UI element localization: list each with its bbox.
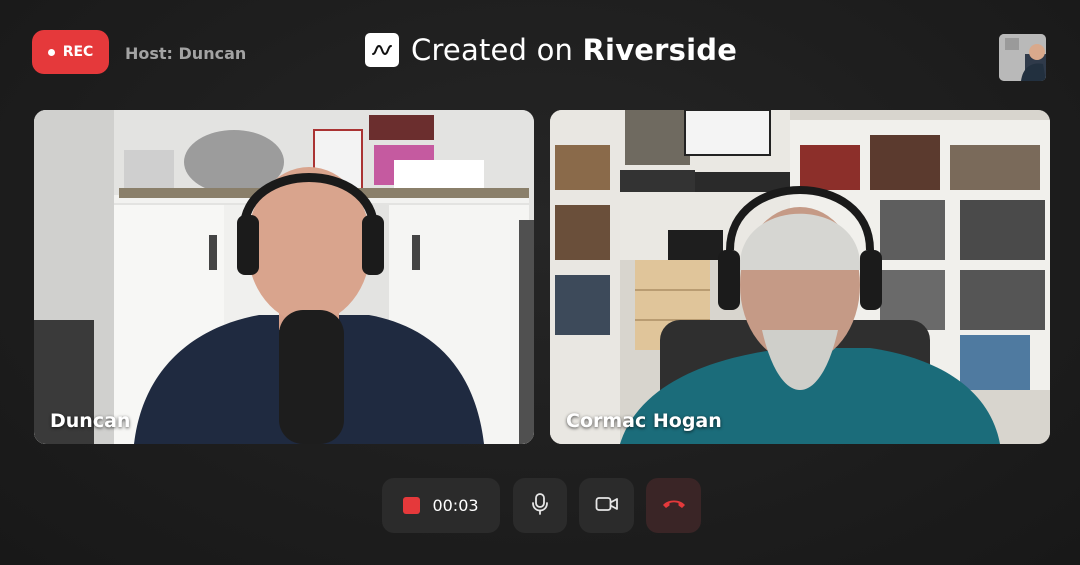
- camera-icon: [595, 495, 619, 517]
- duncan-video-frame: [34, 110, 534, 444]
- brand-name: Riverside: [582, 33, 738, 67]
- recording-dot-icon: [47, 48, 55, 56]
- participant-name: Duncan: [50, 410, 131, 432]
- microphone-icon: [530, 492, 550, 519]
- participant-name: Cormac Hogan: [566, 410, 722, 432]
- call-screen: REC Host: Duncan Created on Riverside Du…: [0, 0, 1080, 565]
- microphone-button[interactable]: [513, 478, 567, 533]
- cormac-video-frame: [550, 110, 1050, 444]
- brand-prefix: Created on: [411, 33, 583, 67]
- riverside-logo-icon: [365, 33, 399, 67]
- end-call-icon: [661, 496, 687, 515]
- end-call-button[interactable]: [646, 478, 701, 533]
- stop-recording-button[interactable]: 00:03: [382, 478, 500, 533]
- video-tile-duncan[interactable]: Duncan: [34, 110, 534, 444]
- recording-badge[interactable]: REC: [32, 30, 109, 74]
- self-view-thumbnail[interactable]: [999, 34, 1046, 81]
- recording-timer: 00:03: [432, 496, 479, 515]
- video-tile-cormac-hogan[interactable]: Cormac Hogan: [550, 110, 1050, 444]
- brand-text: Created on Riverside: [411, 33, 737, 67]
- host-label: Host: Duncan: [125, 44, 247, 63]
- brand: Created on Riverside: [365, 33, 737, 67]
- recording-label: REC: [62, 44, 94, 60]
- stop-recording-icon: [403, 497, 421, 514]
- camera-button[interactable]: [579, 478, 634, 533]
